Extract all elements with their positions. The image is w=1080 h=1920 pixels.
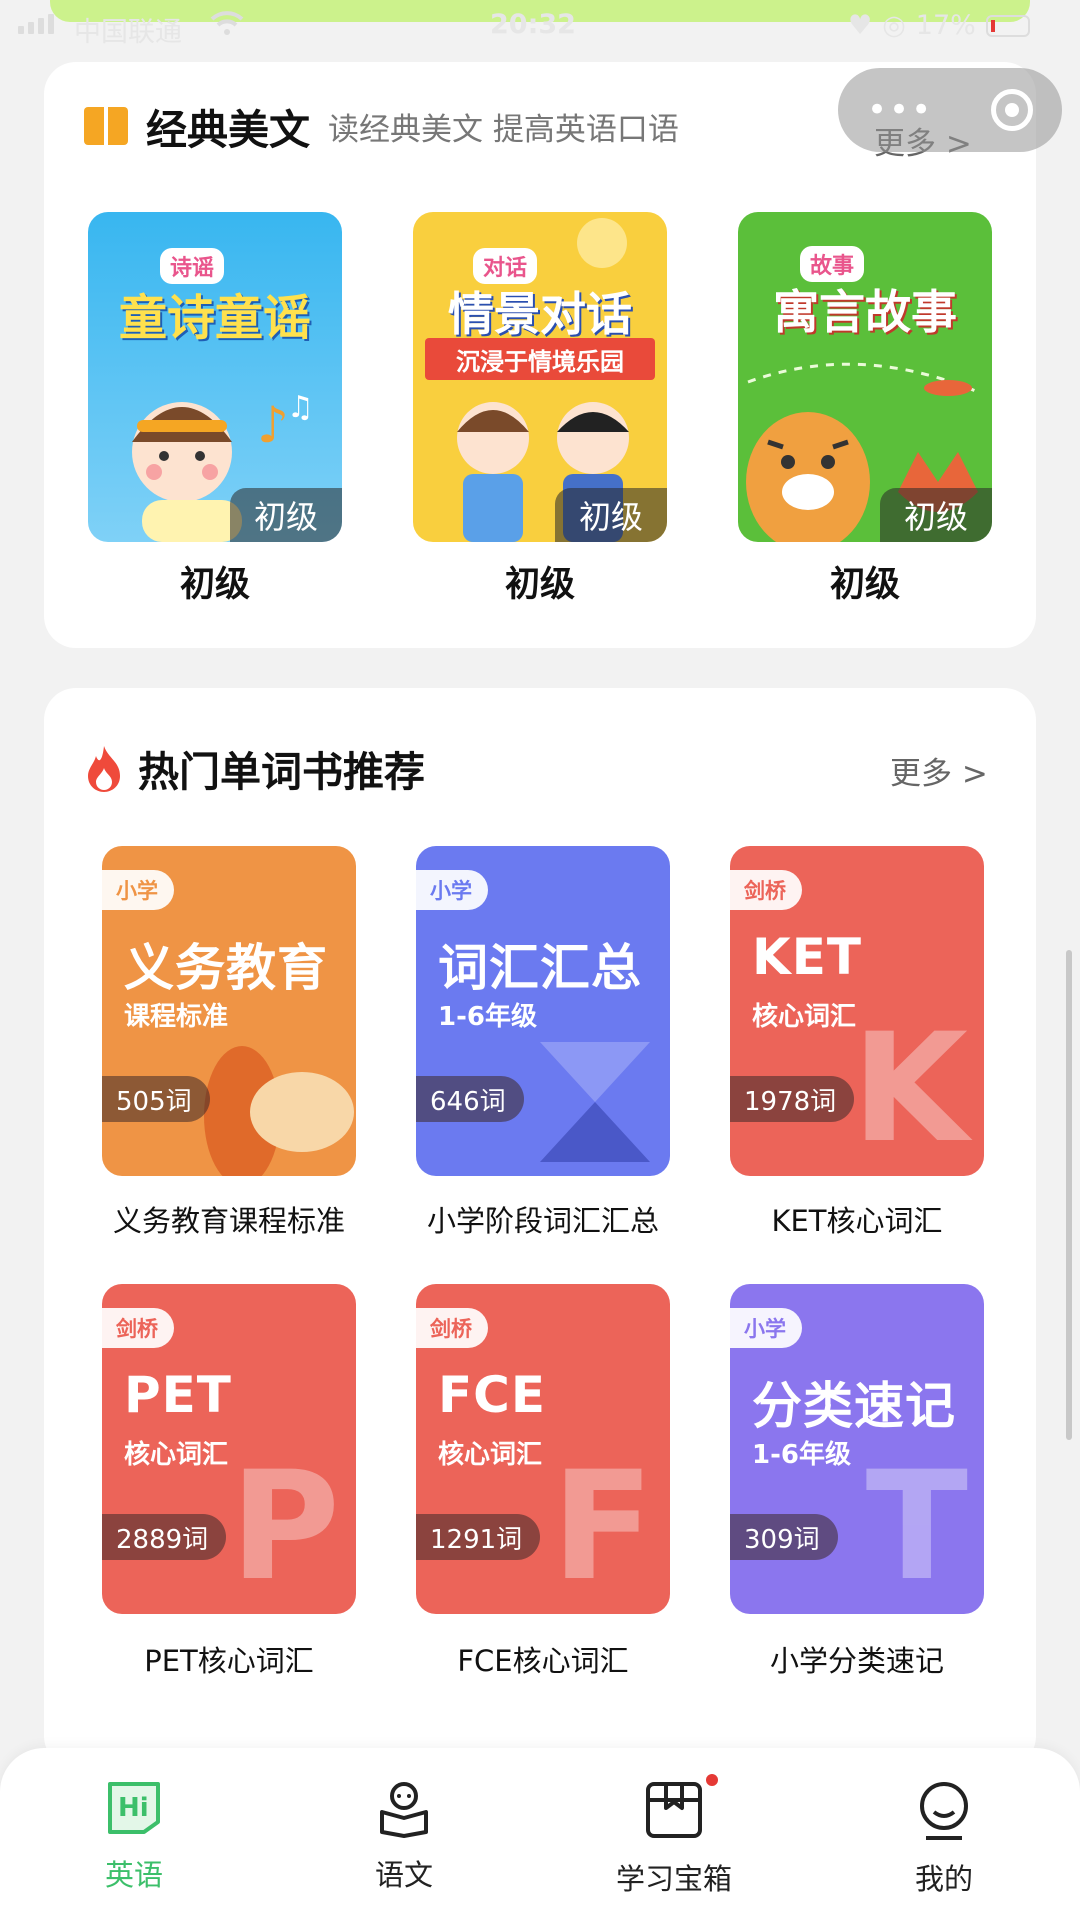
miniprogram-capsule: ••• xyxy=(838,68,1062,152)
wordbook-caption: FCE核心词汇 xyxy=(457,1644,629,1678)
level-badge: 初级 xyxy=(880,488,992,542)
wordbook-tag: 剑桥 xyxy=(730,870,802,910)
classics-header: 经典美文 读经典美文 提高英语口语 xyxy=(84,96,679,156)
wordbook-caption: KET核心词汇 xyxy=(771,1204,943,1238)
wordbook-subtitle: 核心词汇 xyxy=(124,1440,229,1470)
wordbook-card[interactable]: 剑桥 PET 核心词汇 P 2889词 xyxy=(102,1284,356,1614)
wordbook-card[interactable]: 小学 义务教育 课程标准 505词 xyxy=(102,846,356,1176)
letter-decoration: K xyxy=(851,1002,968,1176)
tab-profile[interactable]: 我的 xyxy=(844,1778,1044,1898)
svg-text:♪: ♪ xyxy=(257,396,289,454)
wordbook-count: 1978词 xyxy=(730,1076,855,1122)
wordbook-caption: 义务教育课程标准 xyxy=(112,1204,345,1238)
signal-icon xyxy=(18,14,54,34)
bottom-tab-bar: Hi 英语 语文 学习宝箱 我的 xyxy=(0,1748,1080,1920)
wordbook-caption: 小学阶段词汇汇总 xyxy=(426,1204,659,1238)
wordbook-subtitle: 1-6年级 xyxy=(438,1002,537,1032)
book-icon xyxy=(84,107,128,145)
wordbooks-section: 热门单词书推荐 更多 > 小学 义务教育 课程标准 505词 义务教育课程标准 … xyxy=(44,688,1036,1768)
wordbook-caption: 小学分类速记 xyxy=(769,1644,944,1678)
wordbook-subtitle: 核心词汇 xyxy=(752,1002,857,1032)
wordbook-count: 309词 xyxy=(730,1514,838,1560)
sun-decoration xyxy=(577,218,627,268)
wordbooks-header: 热门单词书推荐 xyxy=(84,738,425,798)
tab-study-box[interactable]: 学习宝箱 xyxy=(574,1778,774,1898)
tab-label: 英语 xyxy=(104,1858,163,1892)
level-badge: 初级 xyxy=(230,488,342,542)
more-dots-icon[interactable]: ••• xyxy=(867,90,933,130)
wordbook-title: 词汇汇总 xyxy=(438,939,642,997)
heart-icon: ♥ xyxy=(848,10,873,41)
carrier-name: 中国联通 xyxy=(74,17,182,48)
classic-caption: 初级 xyxy=(504,565,575,605)
wordbook-count: 1291词 xyxy=(416,1514,541,1560)
close-target-icon[interactable] xyxy=(991,89,1034,131)
hi-icon: Hi xyxy=(108,1782,160,1834)
svg-text:♫: ♫ xyxy=(287,390,314,425)
wordbook-tag: 小学 xyxy=(102,870,174,910)
wordbook-title: KET xyxy=(752,928,863,986)
classics-title: 经典美文 xyxy=(146,106,310,154)
wordbook-tag: 小学 xyxy=(730,1308,802,1348)
classics-subtitle: 读经典美文 提高英语口语 xyxy=(328,111,679,148)
battery-percent: 17% xyxy=(915,10,976,41)
wordbook-title: FCE xyxy=(438,1366,547,1424)
profile-icon xyxy=(920,1782,968,1840)
reader-icon xyxy=(380,1782,428,1838)
classic-cover-fables[interactable]: 故事 寓言故事 初级 xyxy=(738,212,992,542)
svg-text:Hi: Hi xyxy=(118,1793,149,1823)
wordbook-subtitle: 核心词汇 xyxy=(438,1440,543,1470)
wordbook-tag: 剑桥 xyxy=(102,1308,174,1348)
battery-icon xyxy=(985,14,1030,37)
wordbook-title: 分类速记 xyxy=(752,1377,956,1435)
wordbook-subtitle: 1-6年级 xyxy=(752,1440,851,1470)
wordbook-title: 义务教育 xyxy=(124,939,328,997)
classic-caption: 初级 xyxy=(179,565,250,605)
status-bar: 中国联通 20:32 ♥ ◎ 17% xyxy=(0,0,1080,52)
level-badge: 初级 xyxy=(555,488,667,542)
wordbook-card[interactable]: 剑桥 FCE 核心词汇 F 1291词 xyxy=(416,1284,670,1614)
wordbook-caption: PET核心词汇 xyxy=(144,1644,314,1678)
tab-label: 学习宝箱 xyxy=(615,1862,732,1896)
wordbook-subtitle: 课程标准 xyxy=(124,1002,229,1032)
rotation-lock-icon: ◎ xyxy=(882,10,906,41)
leaf-decoration xyxy=(204,1046,354,1176)
box-icon xyxy=(646,1782,702,1838)
wordbook-count: 2889词 xyxy=(102,1514,227,1560)
tab-label: 语文 xyxy=(374,1858,433,1892)
classic-cover-nursery-rhymes[interactable]: 诗谣 童诗童谣 ♪ ♫ 初级 xyxy=(88,212,342,542)
tab-english[interactable]: Hi 英语 xyxy=(34,1778,234,1894)
wordbook-card[interactable]: 剑桥 KET 核心词汇 K 1978词 xyxy=(730,846,984,1176)
wordbook-tag: 小学 xyxy=(416,870,488,910)
wordbook-count: 505词 xyxy=(102,1076,210,1122)
letter-decoration: F xyxy=(551,1440,654,1614)
wordbook-card[interactable]: 小学 词汇汇总 1-6年级 646词 xyxy=(416,846,670,1176)
classic-caption: 初级 xyxy=(829,565,900,605)
wifi-icon xyxy=(210,10,244,43)
classic-cover-dialogues[interactable]: 对话 情景对话 沉浸于情境乐园 初级 xyxy=(413,212,667,542)
wordbook-card[interactable]: 小学 分类速记 1-6年级 T 309词 xyxy=(730,1284,984,1614)
cover-title: 情景对话 xyxy=(448,287,632,341)
cover-title: 童诗童谣 xyxy=(118,290,311,346)
tab-chinese[interactable]: 语文 xyxy=(304,1778,504,1894)
letter-decoration: T xyxy=(865,1440,968,1614)
wordbooks-title: 热门单词书推荐 xyxy=(138,748,425,796)
hourglass-decoration xyxy=(540,1042,650,1162)
status-right: ♥ ◎ 17% xyxy=(848,10,1030,41)
notification-dot xyxy=(706,1774,718,1786)
cover-title: 寓言故事 xyxy=(773,285,957,339)
tab-label: 我的 xyxy=(914,1862,973,1896)
wordbook-count: 646词 xyxy=(416,1076,524,1122)
wordbook-tag: 剑桥 xyxy=(416,1308,488,1348)
status-time: 20:32 xyxy=(490,9,576,40)
scrollbar[interactable] xyxy=(1066,950,1072,1440)
flame-icon xyxy=(88,746,120,792)
wordbook-title: PET xyxy=(124,1366,232,1424)
cover-subtitle: 沉浸于情境乐园 xyxy=(425,338,655,380)
letter-decoration: P xyxy=(230,1440,340,1614)
wordbooks-more-link[interactable]: 更多 > xyxy=(890,748,988,793)
